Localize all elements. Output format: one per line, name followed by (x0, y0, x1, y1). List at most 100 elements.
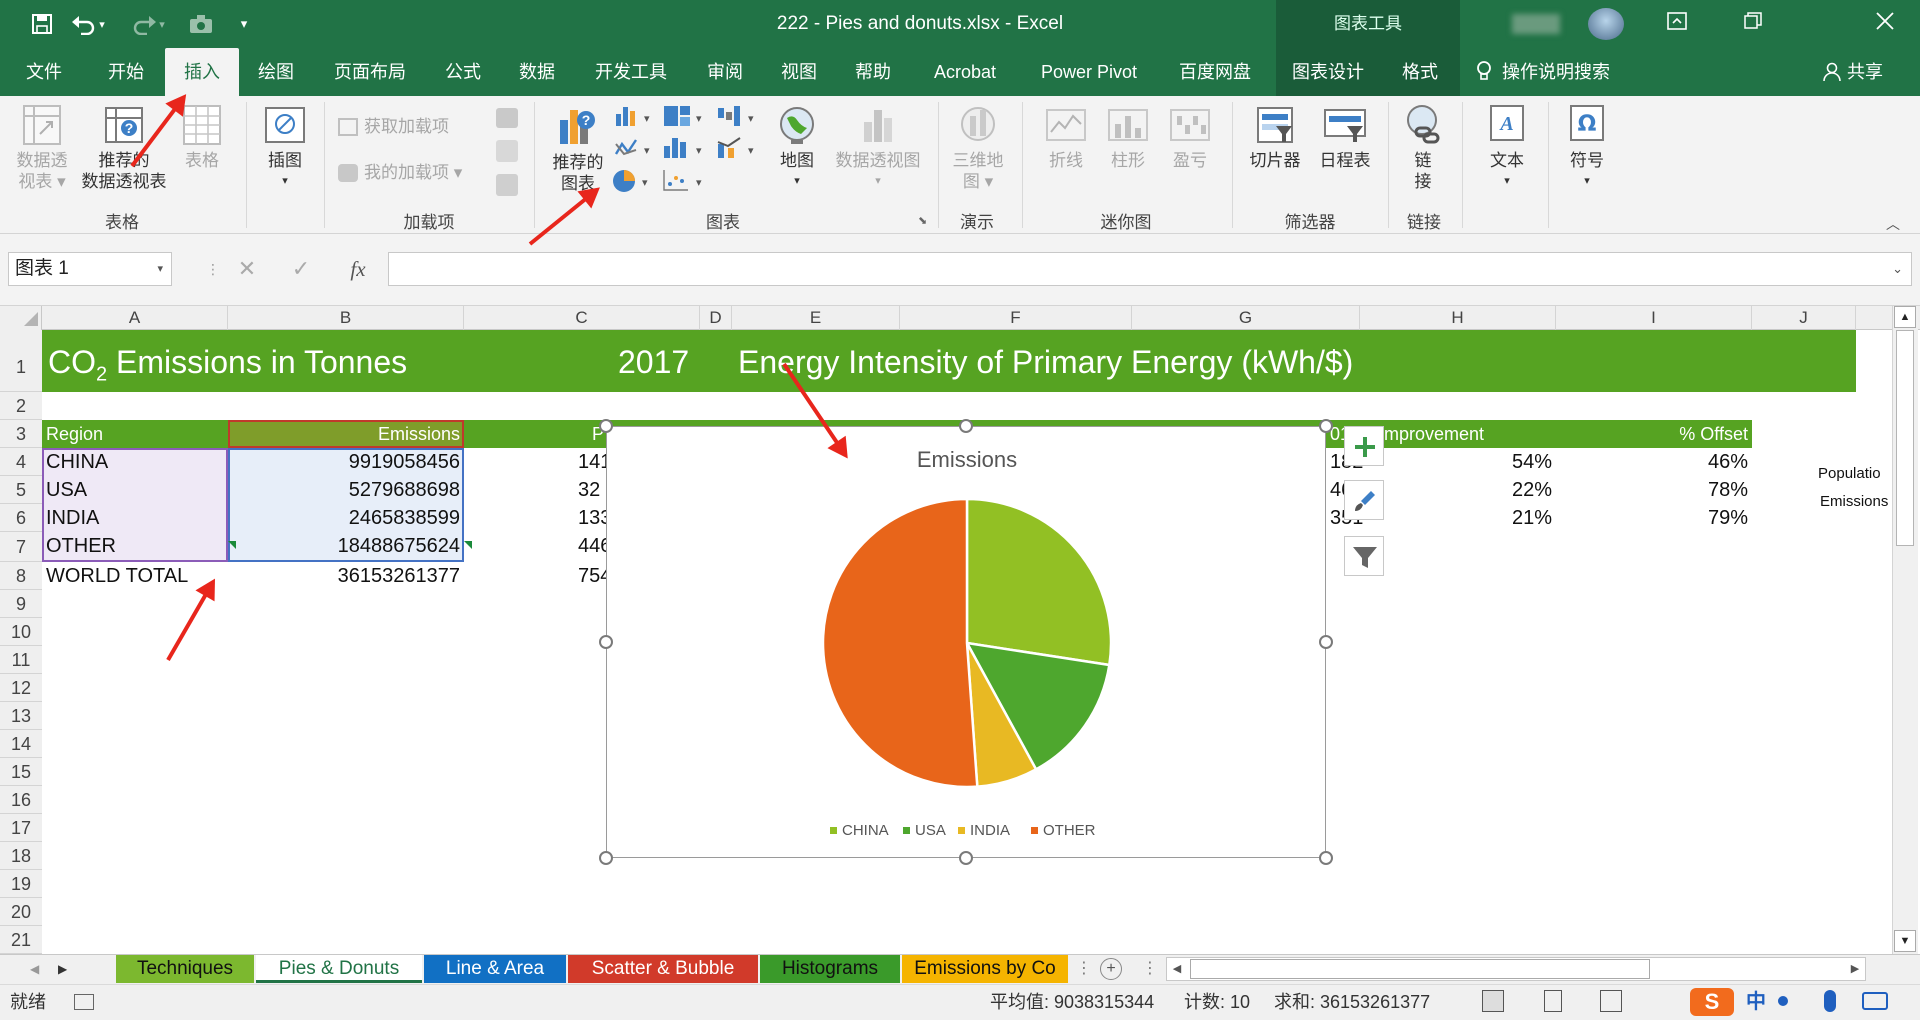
resize-handle-tl[interactable] (599, 419, 613, 433)
tab-splitter-icon[interactable]: ⋮ (1142, 955, 1162, 983)
select-all-corner[interactable] (0, 306, 42, 330)
pie-slice-china[interactable] (965, 497, 1113, 667)
row-header[interactable]: 14 (0, 730, 42, 758)
chart-filters-button[interactable] (1344, 536, 1384, 576)
pivottable-button[interactable]: 数据透 视表 ▾ (10, 104, 74, 192)
tab-power-pivot[interactable]: Power Pivot (1026, 48, 1152, 96)
column-header-c[interactable]: C (464, 306, 700, 330)
dialog-launcher-icon[interactable]: ⬊ (918, 214, 927, 227)
microphone-icon[interactable] (1824, 990, 1836, 1012)
my-addins-button[interactable]: 我的加载项 ▾ (338, 162, 498, 183)
row-header[interactable]: 6 (0, 504, 42, 532)
row-header[interactable]: 18 (0, 842, 42, 870)
enter-icon[interactable]: ✓ (286, 252, 316, 286)
column-header-f[interactable]: F (900, 306, 1132, 330)
minimize-icon[interactable] (1720, 0, 1786, 48)
row-header[interactable]: 15 (0, 758, 42, 786)
row-header[interactable]: 4 (0, 448, 42, 476)
collapse-ribbon-icon[interactable]: ︿ (1886, 214, 1900, 234)
ime-punct-icon[interactable] (1778, 996, 1788, 1006)
resize-handle-tm[interactable] (959, 419, 973, 433)
row-header[interactable]: 20 (0, 898, 42, 926)
hierarchy-chart-icon[interactable]: ▾ (662, 104, 708, 128)
sheet-tab[interactable]: Histograms (760, 955, 900, 983)
camera-icon[interactable] (184, 0, 218, 48)
tab-format[interactable]: 格式 (1380, 48, 1460, 96)
waterfall-chart-icon[interactable]: ▾ (716, 104, 762, 128)
more-sheets-icon[interactable]: ⋮ (1076, 955, 1096, 983)
scroll-right-icon[interactable]: ▶ (1844, 957, 1866, 981)
recommended-charts-button[interactable]: ? 推荐的 图表 (546, 104, 610, 194)
ime-language[interactable]: 中 (1746, 984, 1766, 1020)
sheet-tab[interactable]: Scatter & Bubble (568, 955, 758, 983)
chart-styles-button[interactable] (1344, 480, 1384, 520)
formula-input[interactable]: ⌄ (388, 252, 1912, 286)
name-box[interactable]: 图表 1 ▾ (8, 252, 172, 286)
text-button[interactable]: A 文本 ▾ (1472, 104, 1542, 192)
sheet-tab[interactable]: Pies & Donuts (256, 955, 422, 983)
recommended-pivottables-button[interactable]: ? 推荐的 数据透视表 (74, 104, 174, 192)
combo-chart-icon[interactable]: ▾ (716, 136, 762, 160)
link-button[interactable]: 链 接 (1394, 104, 1452, 192)
column-header-e[interactable]: E (732, 306, 900, 330)
row-header[interactable]: 7 (0, 532, 42, 562)
new-sheet-icon[interactable]: + (1100, 958, 1122, 980)
sheet-tab[interactable]: Line & Area (424, 955, 566, 983)
tab-chart-design[interactable]: 图表设计 (1276, 48, 1380, 96)
tab-review[interactable]: 审阅 (690, 48, 760, 96)
next-sheet-icon[interactable]: ▶ (58, 955, 78, 983)
insert-function-icon[interactable]: fx (340, 252, 376, 286)
keyboard-icon[interactable] (1862, 992, 1888, 1010)
column-header-i[interactable]: I (1556, 306, 1752, 330)
pie-slice-other[interactable] (821, 497, 979, 789)
people-graph-icon[interactable] (496, 174, 518, 196)
redo-icon[interactable]: ▾ (126, 0, 170, 48)
scatter-chart-icon[interactable]: ▾ (662, 168, 708, 192)
tab-developer[interactable]: 开发工具 (576, 48, 686, 96)
chart-title[interactable]: Emissions (917, 447, 1017, 472)
page-break-view-icon[interactable] (1600, 990, 1622, 1012)
row-header[interactable]: 1 (0, 330, 42, 392)
tab-page-layout[interactable]: 页面布局 (318, 48, 422, 96)
column-header-d[interactable]: D (700, 306, 732, 330)
row-header[interactable]: 3 (0, 420, 42, 448)
close-icon[interactable] (1852, 0, 1918, 48)
sheet-tab[interactable]: Emissions by Co (902, 955, 1068, 983)
tab-view[interactable]: 视图 (764, 48, 834, 96)
scroll-down-icon[interactable]: ▼ (1894, 930, 1916, 952)
vertical-scroll-thumb[interactable] (1896, 330, 1914, 546)
column-header-a[interactable]: A (42, 306, 228, 330)
sparkline-line-button[interactable]: 折线 (1038, 104, 1094, 171)
macro-record-icon[interactable] (74, 994, 94, 1010)
normal-view-icon[interactable] (1482, 990, 1504, 1012)
horizontal-scroll-thumb[interactable] (1190, 959, 1650, 979)
row-header[interactable]: 13 (0, 702, 42, 730)
maps-button[interactable]: 地图 ▾ (768, 104, 826, 192)
row-header[interactable]: 16 (0, 786, 42, 814)
get-addins-button[interactable]: 获取加载项 (338, 116, 488, 137)
avatar[interactable] (1588, 8, 1624, 40)
bing-icon[interactable] (496, 140, 518, 162)
timeline-button[interactable]: 日程表 (1310, 104, 1380, 171)
sheet-tab[interactable]: Techniques (116, 955, 254, 983)
page-layout-view-icon[interactable] (1544, 990, 1562, 1012)
tab-formulas[interactable]: 公式 (428, 48, 498, 96)
row-header[interactable]: 2 (0, 392, 42, 420)
scroll-left-icon[interactable]: ◀ (1166, 957, 1188, 981)
row-header[interactable]: 19 (0, 870, 42, 898)
sparkline-winloss-button[interactable]: 盈亏 (1162, 104, 1218, 171)
resize-handle-br[interactable] (1319, 851, 1333, 865)
formula-grip-icon[interactable]: ⋮ (206, 246, 220, 292)
symbol-button[interactable]: Ω 符号 ▾ (1556, 104, 1618, 192)
pivotchart-button[interactable]: 数据透视图 ▾ (826, 104, 930, 192)
column-header-g[interactable]: G (1132, 306, 1360, 330)
visio-icon[interactable] (496, 108, 518, 128)
row-header[interactable]: 10 (0, 618, 42, 646)
chart-area[interactable]: Emissions CHINA USA INDIA OTHER (606, 426, 1326, 858)
row-header[interactable]: 12 (0, 674, 42, 702)
column-chart-icon[interactable]: ▾ (614, 104, 654, 128)
tell-me-search[interactable]: 操作说明搜索 (1476, 48, 1638, 96)
tab-baidu-netdisk[interactable]: 百度网盘 (1162, 48, 1268, 96)
resize-handle-ml[interactable] (599, 635, 613, 649)
sogou-ime-icon[interactable]: S (1690, 988, 1734, 1016)
